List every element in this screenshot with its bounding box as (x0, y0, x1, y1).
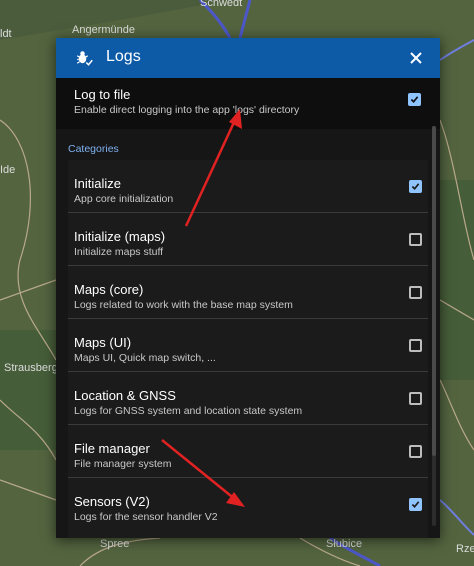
category-title: Initialize (74, 176, 121, 191)
map-label: Ide (0, 164, 16, 176)
map-label: Rze (456, 543, 474, 555)
category-description: File manager system (74, 458, 172, 470)
category-item-file-manager[interactable]: File manager File manager system (68, 425, 428, 478)
map-label: Słubice (326, 538, 363, 550)
bug-icon (76, 51, 93, 66)
log-to-file-description: Enable direct logging into the app 'logs… (74, 104, 300, 116)
category-item-maps-core[interactable]: Maps (core) Logs related to work with th… (68, 266, 428, 319)
category-item-maps-ui[interactable]: Maps (UI) Maps UI, Quick map switch, ... (68, 319, 428, 372)
category-checkbox[interactable] (409, 445, 422, 458)
category-checkbox[interactable] (409, 339, 422, 352)
category-title: Sensors (V2) (74, 494, 150, 509)
category-description: Logs related to work with the base map s… (74, 299, 293, 311)
categories-list: Initialize App core initialization Initi… (68, 160, 428, 538)
category-title: Maps (UI) (74, 335, 132, 350)
log-to-file-title: Log to file (74, 87, 131, 102)
category-title: Maps (core) (74, 282, 144, 297)
map-label: ldt (0, 28, 12, 40)
scrollbar[interactable] (432, 126, 436, 526)
category-description: Logs for the sensor handler V2 (74, 511, 218, 523)
category-title: Location & GNSS (74, 388, 176, 403)
category-checkbox[interactable] (409, 180, 422, 193)
category-item-initialize[interactable]: Initialize App core initialization (68, 160, 428, 213)
category-item-initialize-maps[interactable]: Initialize (maps) Initialize maps stuff (68, 213, 428, 266)
category-checkbox[interactable] (409, 392, 422, 405)
category-description: Initialize maps stuff (74, 246, 164, 258)
category-item-sensors-v2[interactable]: Sensors (V2) Logs for the sensor handler… (68, 478, 428, 531)
map-label: Angermünde (72, 24, 135, 36)
category-description: Logs for GNSS system and location state … (74, 405, 303, 417)
category-description: App core initialization (74, 193, 174, 205)
category-title: Initialize (maps) (74, 229, 166, 244)
categories-heading: Categories (68, 143, 119, 155)
check-icon (411, 183, 420, 190)
map-label: Schwedt (200, 0, 243, 9)
category-description: Maps UI, Quick map switch, ... (74, 352, 216, 364)
map-label: Strausberg (4, 362, 58, 374)
scroll-thumb[interactable] (432, 126, 436, 456)
category-checkbox[interactable] (409, 498, 422, 511)
dialog-header: Logs (56, 38, 440, 78)
map-label: Spree (100, 538, 130, 550)
check-icon (411, 501, 420, 508)
check-icon (410, 96, 419, 103)
logs-dialog: Logs Log to file Enable direct logging i… (56, 38, 440, 538)
dialog-title: Logs (106, 48, 141, 65)
category-checkbox[interactable] (409, 286, 422, 299)
category-title: File manager (74, 441, 150, 456)
close-icon[interactable] (408, 50, 424, 66)
log-to-file-checkbox[interactable] (408, 93, 421, 106)
category-checkbox[interactable] (409, 233, 422, 246)
log-to-file-row[interactable]: Log to file Enable direct logging into t… (56, 78, 440, 129)
category-item-location-gnss[interactable]: Location & GNSS Logs for GNSS system and… (68, 372, 428, 425)
